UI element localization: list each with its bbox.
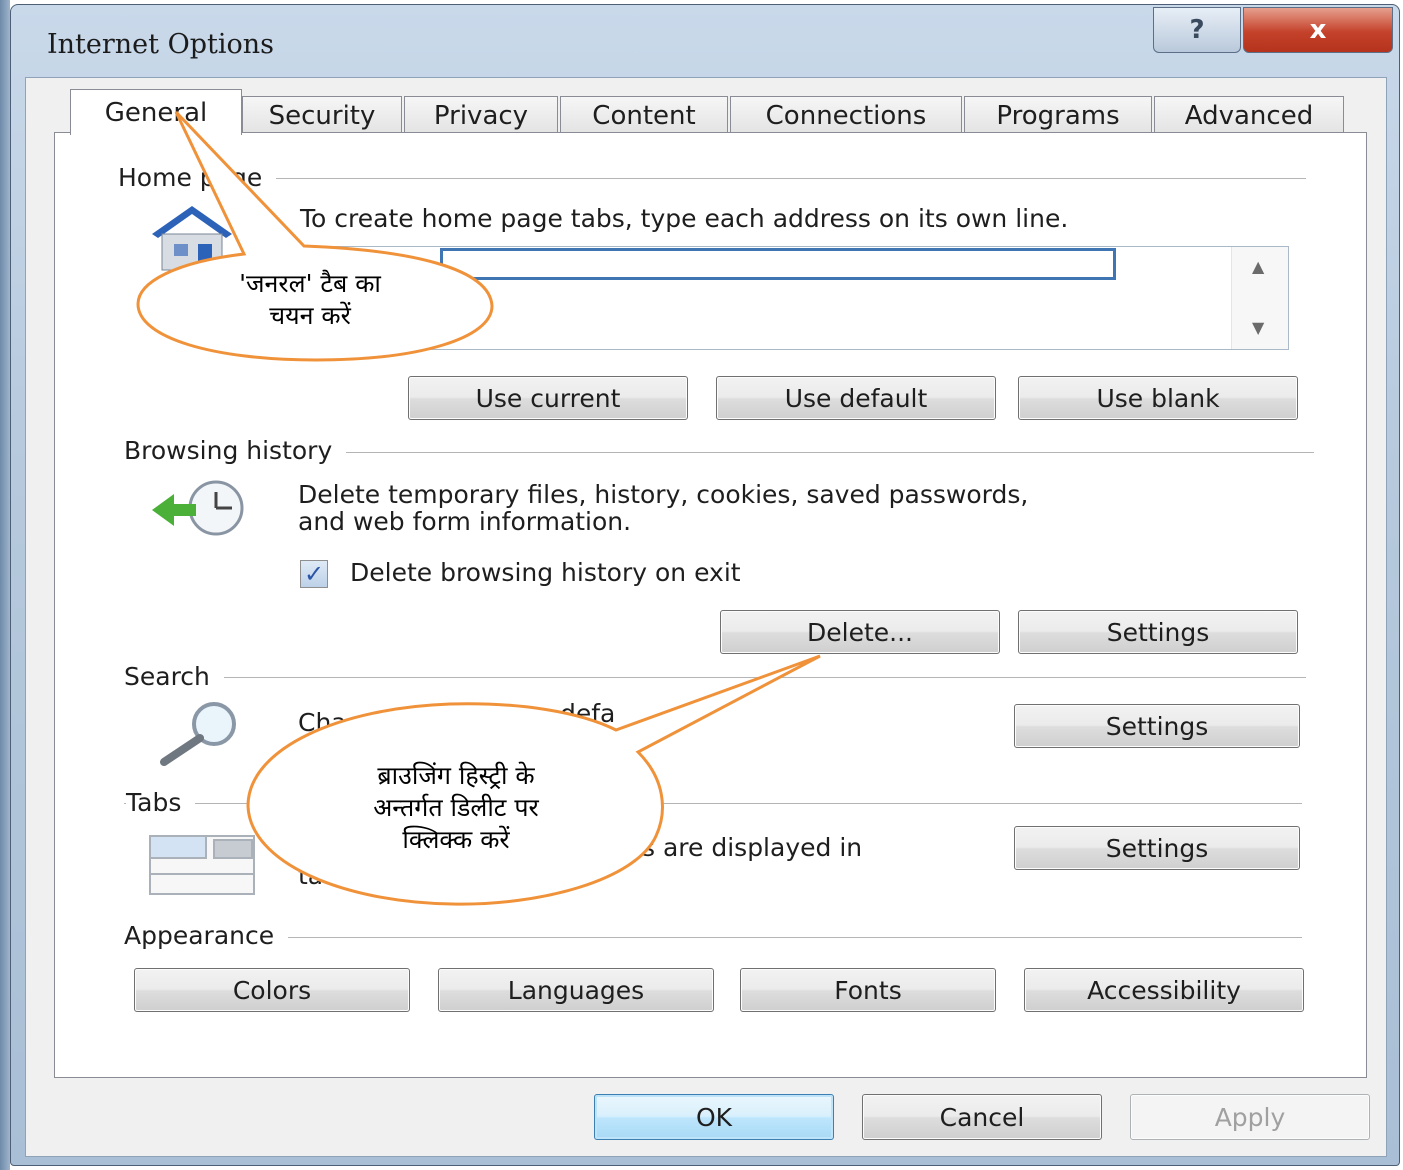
- delete-callout-text: ब्राउजिंग हिस्ट्री के अन्तर्गत डिलीट पर …: [306, 760, 606, 856]
- close-icon: x: [1309, 15, 1327, 45]
- delete-callout-line3: क्लिक्क करें: [402, 825, 510, 854]
- window-title: Internet Options: [47, 29, 274, 60]
- delete-on-exit-checkbox[interactable]: ✓: [300, 560, 328, 588]
- search-settings-button[interactable]: Settings: [1014, 704, 1300, 748]
- tab-programs[interactable]: Programs: [964, 96, 1152, 134]
- search-heading: Search: [124, 662, 224, 691]
- ok-button[interactable]: OK: [594, 1094, 834, 1140]
- use-default-button[interactable]: Use default: [716, 376, 996, 420]
- divider: [124, 937, 1302, 938]
- tab-advanced[interactable]: Advanced: [1154, 96, 1344, 134]
- cancel-button[interactable]: Cancel: [862, 1094, 1102, 1140]
- fonts-button[interactable]: Fonts: [740, 968, 996, 1012]
- divider: [118, 178, 1306, 179]
- history-clock-icon: [152, 480, 244, 536]
- delete-on-exit-label[interactable]: Delete browsing history on exit: [350, 559, 741, 587]
- search-description: Cha: [298, 708, 347, 737]
- tab-general[interactable]: General: [70, 89, 242, 135]
- tabs-description-continued: ta: [298, 861, 324, 890]
- general-callout-line2: चयन करें: [269, 301, 351, 330]
- home-icon: [152, 206, 232, 271]
- use-current-button[interactable]: Use current: [408, 376, 688, 420]
- languages-button[interactable]: Languages: [438, 968, 714, 1012]
- tabs-settings-button[interactable]: Settings: [1014, 826, 1300, 870]
- history-settings-button[interactable]: Settings: [1018, 610, 1298, 654]
- search-description-continued: defa: [560, 699, 616, 728]
- help-icon: ?: [1189, 15, 1205, 45]
- tab-content[interactable]: Content: [560, 96, 728, 134]
- tabs-description: s are displayed in: [642, 833, 863, 862]
- browsing-history-description-line1: Delete temporary files, history, cookies…: [298, 480, 1029, 509]
- tab-privacy[interactable]: Privacy: [404, 96, 558, 134]
- colors-button[interactable]: Colors: [134, 968, 410, 1012]
- general-callout-line1: 'जनरल' टैब का: [239, 269, 381, 298]
- accessibility-button[interactable]: Accessibility: [1024, 968, 1304, 1012]
- delete-callout-line2: अन्तर्गत डिलीट पर: [373, 793, 539, 822]
- tab-connections[interactable]: Connections: [730, 96, 962, 134]
- browsing-history-description-line2: and web form information.: [298, 507, 632, 536]
- tab-security[interactable]: Security: [242, 96, 402, 134]
- help-button[interactable]: ?: [1153, 7, 1241, 53]
- search-magnifier-icon: [160, 702, 236, 766]
- browsing-history-heading: Browsing history: [124, 436, 347, 465]
- general-callout-text: 'जनरल' टैब का चयन करें: [190, 268, 430, 332]
- home-page-scrollbar[interactable]: ▲ ▼: [1231, 247, 1288, 349]
- home-page-url-input[interactable]: [440, 248, 1116, 280]
- delete-button[interactable]: Delete...: [720, 610, 1000, 654]
- divider: [124, 677, 1306, 678]
- background-window-edge: [0, 0, 10, 1170]
- tabs-heading: Tabs: [126, 788, 196, 817]
- appearance-heading: Appearance: [124, 921, 289, 950]
- delete-callout-line1: ब्राउजिंग हिस्ट्री के: [377, 761, 535, 790]
- scroll-up-icon[interactable]: ▲: [1252, 257, 1264, 276]
- close-button[interactable]: x: [1243, 7, 1393, 53]
- scroll-down-icon[interactable]: ▼: [1252, 318, 1264, 337]
- apply-button[interactable]: Apply: [1130, 1094, 1370, 1140]
- use-blank-button[interactable]: Use blank: [1018, 376, 1298, 420]
- checkmark-icon: ✓: [303, 560, 325, 588]
- tabs-window-icon: [149, 835, 255, 895]
- divider: [124, 803, 1302, 804]
- home-page-heading: Home page: [118, 163, 277, 192]
- home-page-description: To create home page tabs, type each addr…: [300, 204, 1069, 233]
